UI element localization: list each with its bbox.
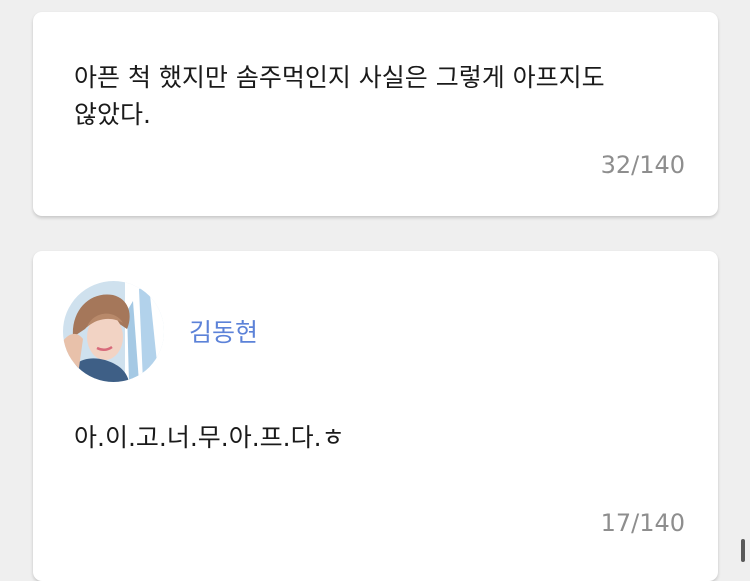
scrollbar-thumb[interactable]: [741, 539, 745, 562]
comment-card: 김동현 아.이.고.너.무.아.프.다.ㅎ 17/140: [33, 251, 718, 581]
character-counter: 17/140: [600, 509, 685, 537]
comment-text: 아.이.고.너.무.아.프.다.ㅎ: [74, 423, 345, 452]
comment-author[interactable]: 김동현: [63, 279, 258, 383]
author-name[interactable]: 김동현: [189, 313, 258, 349]
profile-photo-icon: [63, 280, 164, 382]
character-counter: 32/140: [600, 151, 685, 179]
avatar[interactable]: [63, 280, 164, 382]
comment-text: 아픈 척 했지만 솜주먹인지 사실은 그렇게 아프지도 않았다.: [74, 63, 605, 129]
comment-card: 아픈 척 했지만 솜주먹인지 사실은 그렇게 아프지도 않았다. 32/140: [33, 12, 718, 216]
